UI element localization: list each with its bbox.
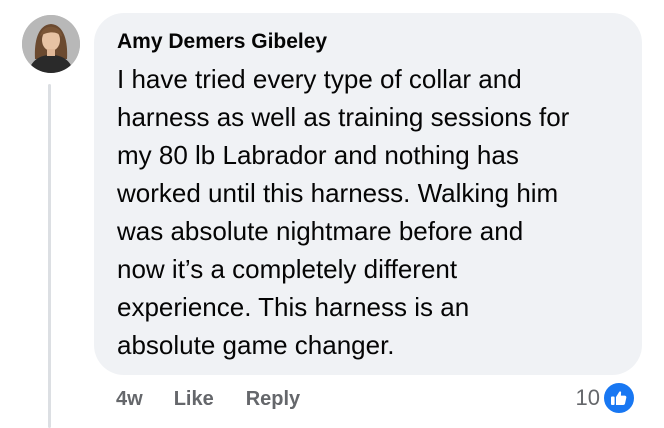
thumbs-up-icon xyxy=(602,381,636,415)
comment-body-line: experience. This harness is an xyxy=(117,292,470,322)
comment-timestamp[interactable]: 4w xyxy=(116,388,143,411)
profile-photo xyxy=(22,15,80,73)
avatar[interactable] xyxy=(22,15,80,73)
comment-body-line: was absolute nightmare before and xyxy=(117,216,524,246)
comment-body-line: I have tried every type of collar and xyxy=(117,64,522,94)
comment-body-line: harness as well as training sessions for xyxy=(117,102,570,132)
comment-body-line: worked until this harness. Walking him xyxy=(117,178,559,208)
thumbs-up-glyph xyxy=(611,391,627,405)
reply-button[interactable]: Reply xyxy=(246,388,300,411)
like-button[interactable]: Like xyxy=(174,388,214,411)
reaction-summary[interactable]: 10 xyxy=(576,380,636,416)
comment-body-line: my 80 lb Labrador and nothing has xyxy=(117,140,519,170)
comment-body-line: absolute game changer. xyxy=(117,330,395,360)
comment-body-line: now it’s a completely different xyxy=(117,254,458,284)
comment-author-name[interactable]: Amy Demers Gibeley xyxy=(117,28,620,56)
comment-actions: 4w Like Reply xyxy=(116,384,300,414)
comment-bubble: Amy Demers Gibeley I have tried every ty… xyxy=(94,13,642,375)
reaction-count: 10 xyxy=(575,385,600,410)
comment-body: I have tried every type of collar and ha… xyxy=(117,60,620,364)
thread-connector-line xyxy=(48,84,51,428)
